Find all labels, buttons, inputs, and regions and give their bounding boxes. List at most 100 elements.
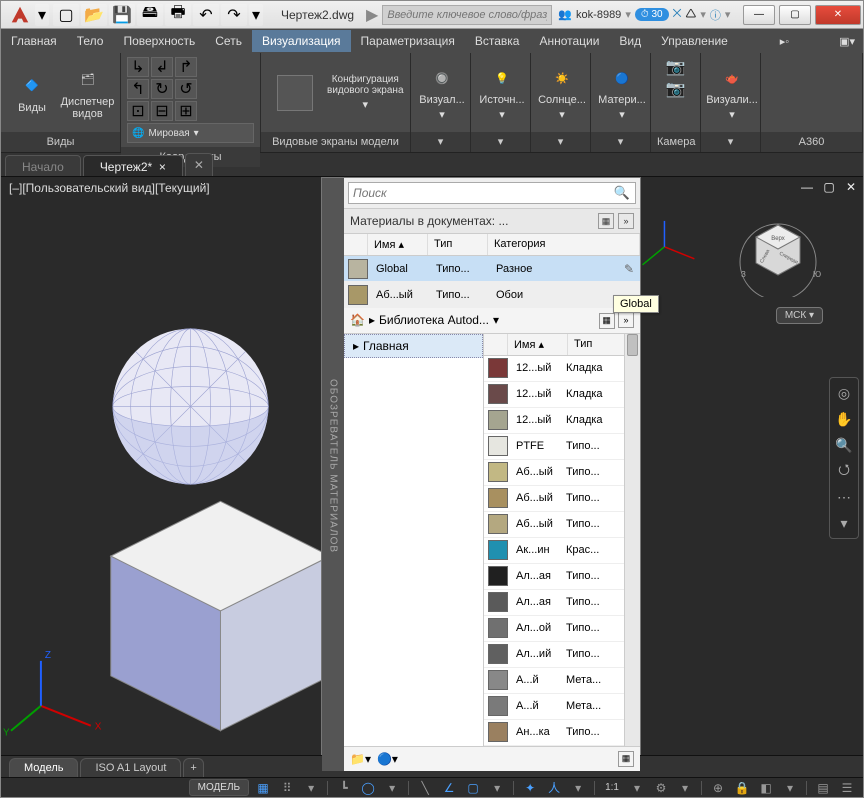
tab-home[interactable]: Главная: [1, 30, 67, 52]
layout-iso[interactable]: ISO A1 Layout: [80, 758, 181, 777]
lights-button[interactable]: 💡Источн...▾: [477, 64, 527, 121]
ribbon-collapse-icon[interactable]: ▣▾: [835, 31, 859, 52]
status-infer-icon[interactable]: 人: [544, 780, 564, 796]
tab-parametric[interactable]: Параметризация: [351, 30, 465, 52]
panel-mat-title[interactable]: ▾: [591, 132, 650, 152]
status-dd1[interactable]: ▾: [301, 780, 321, 796]
close-button[interactable]: ✕: [815, 5, 861, 25]
materials-button[interactable]: 🔵Матери...▾: [597, 64, 647, 121]
lib-view-mode-icon[interactable]: ▦: [599, 313, 615, 329]
edit-icon[interactable]: ✎: [624, 262, 634, 276]
view-mode-icon[interactable]: ▦: [598, 213, 614, 229]
ucs-btn-4[interactable]: ↰: [127, 79, 149, 99]
ucs-btn-2[interactable]: ↲: [151, 57, 173, 77]
user-name[interactable]: kok-8989: [576, 9, 621, 21]
saveas-icon[interactable]: 🖴: [137, 4, 163, 26]
keyword-search-input[interactable]: [382, 5, 552, 25]
list-item[interactable]: А...й Мета...: [484, 694, 640, 720]
redo-icon[interactable]: ↷: [221, 4, 247, 26]
app-icon[interactable]: [5, 2, 35, 28]
qat-dropdown[interactable]: ▾: [249, 4, 263, 26]
status-mode[interactable]: МОДЕЛЬ: [189, 779, 249, 796]
visual-styles-button[interactable]: 🔘Визуал...▾: [417, 64, 467, 121]
status-scale[interactable]: 1:1: [601, 782, 623, 793]
footer-view-icon[interactable]: ▦: [618, 751, 634, 767]
list-item[interactable]: 12...ый Кладка: [484, 382, 640, 408]
ucs-btn-8[interactable]: ⊟: [151, 101, 173, 121]
ucs-msk-pill[interactable]: МСК ▾: [776, 307, 823, 324]
panel-src-title[interactable]: ▾: [471, 132, 530, 152]
table-row[interactable]: Аб...ый Типо... Обои: [344, 282, 640, 308]
exchange-icon[interactable]: ⨉: [673, 8, 682, 21]
status-menu-icon[interactable]: ☰: [837, 780, 857, 796]
status-lock-icon[interactable]: 🔒: [732, 780, 752, 796]
status-plus-icon[interactable]: ⊕: [708, 780, 728, 796]
ucs-combo[interactable]: 🌐 Мировая ▾: [127, 123, 254, 143]
status-3dsnap-icon[interactable]: ▢: [463, 780, 483, 796]
list-item[interactable]: Ал...ий Типо...: [484, 642, 640, 668]
ucs-btn-9[interactable]: ⊞: [175, 101, 197, 121]
ucs-btn-7[interactable]: ⊡: [127, 101, 149, 121]
list-item[interactable]: 12...ый Кладка: [484, 408, 640, 434]
camera-icon2[interactable]: 📷: [666, 79, 686, 99]
named-views-button[interactable]: [267, 75, 323, 111]
panel-camera-title[interactable]: Камера: [651, 132, 700, 152]
status-osnap-icon[interactable]: ∠: [439, 780, 459, 796]
status-dd5[interactable]: ▾: [627, 780, 647, 796]
ribbon-next-icon[interactable]: ▸◦: [776, 31, 793, 52]
keyword-search[interactable]: [382, 5, 552, 25]
list-item[interactable]: Ал...ая Типо...: [484, 590, 640, 616]
doctab-current[interactable]: Чертеж2* ×: [83, 155, 183, 176]
status-grid-icon[interactable]: ▦: [253, 780, 273, 796]
minimize-button[interactable]: —: [743, 5, 775, 25]
viewport-config-button[interactable]: Конфигурация видового экрана▾: [327, 74, 404, 111]
tab-surface[interactable]: Поверхность: [113, 30, 205, 52]
nav-orbit-icon[interactable]: ⭯: [833, 460, 855, 482]
view-manager-button[interactable]: 🗂Диспетчер видов: [61, 66, 114, 120]
panel-views-title[interactable]: Виды: [1, 132, 120, 152]
list-item[interactable]: Ал...ая Типо...: [484, 564, 640, 590]
list-item[interactable]: Аб...ый Типо...: [484, 460, 640, 486]
panel-vis-title[interactable]: ▾: [411, 132, 470, 152]
panel-render-title[interactable]: ▾: [701, 132, 760, 152]
list-item[interactable]: 12...ый Кладка: [484, 356, 640, 382]
col-type[interactable]: Тип: [428, 234, 488, 255]
panel-sun-title[interactable]: ▾: [531, 132, 590, 152]
list-item[interactable]: Аб...ый Типо...: [484, 512, 640, 538]
status-dd3[interactable]: ▾: [487, 780, 507, 796]
tab-manage[interactable]: Управление: [651, 30, 738, 52]
ucs-btn-5[interactable]: ↻: [151, 79, 173, 99]
list-item[interactable]: Ак...ин Крас...: [484, 538, 640, 564]
tab-mesh[interactable]: Сеть: [205, 30, 252, 52]
col-category[interactable]: Категория: [488, 234, 640, 255]
maximize-button[interactable]: ▢: [779, 5, 811, 25]
save-icon[interactable]: 💾: [109, 4, 135, 26]
library-name[interactable]: Библиотека Autod...: [379, 313, 489, 327]
table-row[interactable]: Global Типо... Разное ✎: [344, 256, 640, 282]
status-gear-icon[interactable]: ⚙: [651, 780, 671, 796]
add-material-icon[interactable]: 🔵▾: [377, 752, 398, 766]
list-item[interactable]: А...й Мета...: [484, 668, 640, 694]
ucs-btn-1[interactable]: ↳: [127, 57, 149, 77]
status-polar-icon[interactable]: ◯: [358, 780, 378, 796]
library-dropdown[interactable]: ▾: [493, 313, 499, 327]
nav-showmore-icon[interactable]: ⋯: [833, 486, 855, 508]
tab-body[interactable]: Тело: [67, 30, 114, 52]
col-name[interactable]: Имя ▴: [368, 234, 428, 255]
ucs-btn-6[interactable]: ↺: [175, 79, 197, 99]
status-dd7[interactable]: ▾: [780, 780, 800, 796]
tree-root[interactable]: ▸Главная: [344, 334, 483, 358]
layout-model[interactable]: Модель: [9, 758, 78, 777]
doctab-start[interactable]: Начало: [5, 155, 81, 176]
status-dd6[interactable]: ▾: [675, 780, 695, 796]
tab-annotate[interactable]: Аннотации: [529, 30, 609, 52]
scrollbar[interactable]: [624, 334, 640, 746]
list-col-name[interactable]: Имя ▴: [508, 334, 568, 355]
status-snap-icon[interactable]: ⠿: [277, 780, 297, 796]
status-iso-icon[interactable]: ╲: [415, 780, 435, 796]
sun-button[interactable]: ☀️Солнце...▾: [537, 64, 587, 121]
viewcube[interactable]: Верх Спереди Слева З Ю: [733, 207, 823, 297]
status-dd4[interactable]: ▾: [568, 780, 588, 796]
status-dyn-icon[interactable]: ✦: [520, 780, 540, 796]
ucs-btn-3[interactable]: ↱: [175, 57, 197, 77]
